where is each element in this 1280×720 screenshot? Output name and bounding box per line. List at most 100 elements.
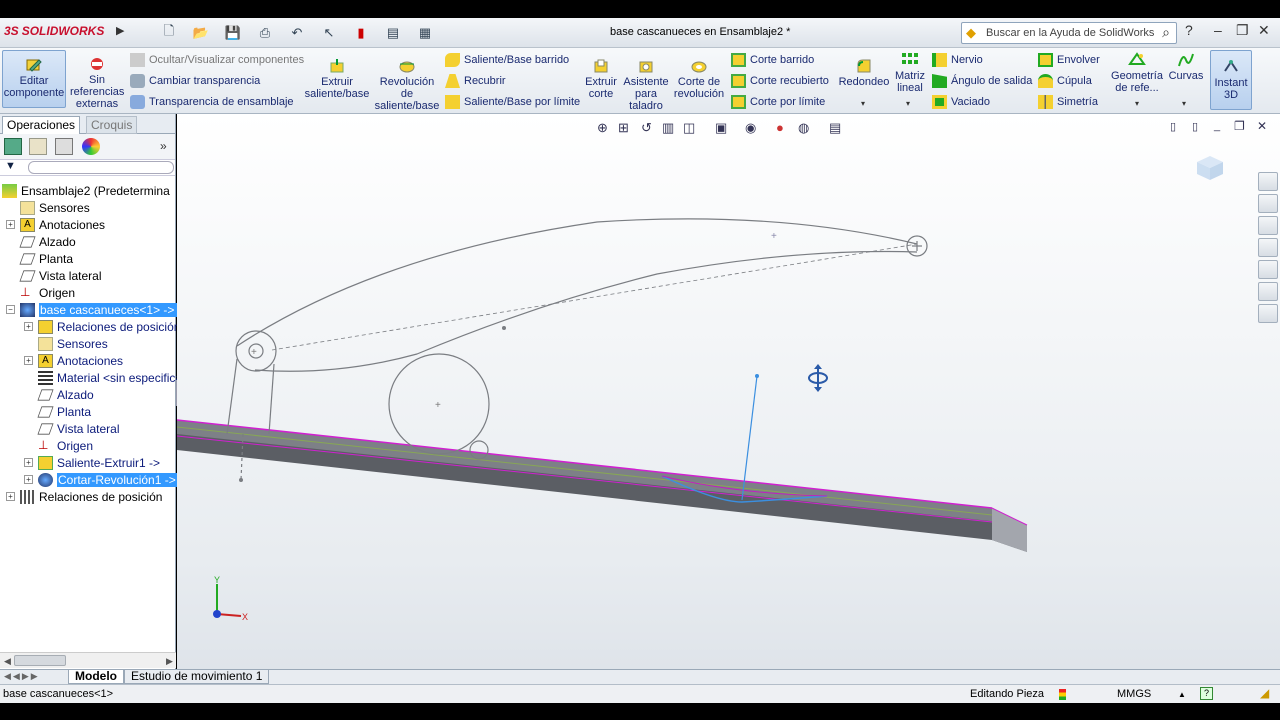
help-icon[interactable]: ? <box>1185 22 1193 38</box>
design-library-icon[interactable] <box>1258 216 1278 235</box>
configuration-manager-icon[interactable] <box>55 138 73 155</box>
status-units[interactable]: MMGS <box>1117 688 1151 700</box>
cambiar-transparencia-button[interactable]: Cambiar transparencia <box>130 72 260 90</box>
help-search-input[interactable]: ◆ Buscar en la Ayuda de SolidWorks ⌕ <box>961 22 1177 44</box>
tree-item-base-cascanueces[interactable]: base cascanueces<1> -> (P <box>20 301 191 318</box>
appearances-icon[interactable] <box>1258 282 1278 301</box>
tree-item-ensamblaje[interactable]: Ensamblaje2 (Predetermina <box>2 182 170 199</box>
tab-scroll-arrows-icon[interactable]: ◀◀▶▶ <box>4 671 40 682</box>
undo-icon[interactable]: ↶ <box>283 23 311 43</box>
tab-estudio-movimiento[interactable]: Estudio de movimiento 1 <box>124 670 270 684</box>
options-icon[interactable]: ▦ <box>411 23 439 43</box>
menu-arrow-icon[interactable]: ▶ <box>116 24 124 37</box>
tree-item-origen-part[interactable]: ⊥ Origen <box>38 437 93 454</box>
save-icon[interactable]: 💾 <box>219 23 247 43</box>
units-dropdown-icon[interactable]: ▲ <box>1178 690 1186 699</box>
simetria-button[interactable]: Simetría <box>1038 93 1098 111</box>
collapse-icon[interactable]: − <box>6 305 15 314</box>
envolver-button[interactable]: Envolver <box>1038 51 1100 69</box>
corte-limite-button[interactable]: Corte por límite <box>731 93 825 111</box>
file-properties-icon[interactable]: ▤ <box>379 23 407 43</box>
expand-icon[interactable]: + <box>24 475 33 484</box>
print-icon[interactable]: ⎙ <box>251 23 279 43</box>
tree-item-sensores-part[interactable]: Sensores <box>38 335 108 352</box>
view-palette-icon[interactable] <box>1258 260 1278 279</box>
custom-properties-icon[interactable] <box>1258 304 1278 323</box>
search-icon[interactable]: ⌕ <box>1162 24 1170 41</box>
axis-endpoint[interactable] <box>755 374 759 378</box>
select-icon[interactable]: ↖ <box>315 23 343 43</box>
graphics-viewport[interactable]: ⊕ ⊞ ↺ ▥ ◫ ▣ ◉ ● ◍ ▤ ▯ ▯ _ ❐ ✕ + + + Y X <box>177 114 1280 669</box>
tab-operaciones[interactable]: Operaciones <box>2 116 81 134</box>
file-explorer-icon[interactable] <box>1258 238 1278 257</box>
open-icon[interactable]: 📂 <box>187 23 215 43</box>
expand-icon[interactable]: + <box>6 220 15 229</box>
view-cube-icon[interactable] <box>1197 156 1223 180</box>
extruir-corte-button[interactable]: Extruir corte <box>581 58 621 100</box>
tree-item-relaciones-posicion[interactable]: Relaciones de posición d <box>38 318 190 335</box>
geometria-dropdown-icon[interactable]: ▾ <box>1135 99 1139 108</box>
tree-item-alzado-part[interactable]: Alzado <box>37 386 94 403</box>
tree-item-material[interactable]: Material <sin especifica <box>38 369 182 386</box>
revolucion-saliente-button[interactable]: Revolución de saliente/base <box>374 58 440 112</box>
tree-filter[interactable]: ▼ <box>0 160 175 176</box>
display-manager-icon[interactable] <box>82 138 100 155</box>
corte-revolucion-button[interactable]: Corte de revolución <box>673 58 725 100</box>
scroll-thumb[interactable] <box>14 655 66 666</box>
nervio-button[interactable]: Nervio <box>932 51 983 69</box>
tree-item-cortar-revolucion1[interactable]: Cortar-Revolución1 -> <box>38 471 177 488</box>
corte-barrido-button[interactable]: Corte barrido <box>731 51 814 69</box>
expand-icon[interactable]: + <box>24 322 33 331</box>
saliente-limite-button[interactable]: Saliente/Base por límite <box>445 93 580 111</box>
expand-icon[interactable]: + <box>24 356 33 365</box>
solidworks-resources-icon[interactable] <box>1258 172 1278 191</box>
minimize-icon[interactable]: – <box>1214 22 1222 38</box>
tree-item-saliente-extruir1[interactable]: Saliente-Extruir1 -> <box>38 454 160 471</box>
corte-recubierto-button[interactable]: Corte recubierto <box>731 72 829 90</box>
home-icon[interactable] <box>1258 194 1278 213</box>
tree-item-sensores[interactable]: Sensores <box>20 199 90 216</box>
scroll-left-icon[interactable]: ◀ <box>4 656 11 667</box>
rebuild-status-icon[interactable] <box>1059 689 1066 700</box>
tree-item-vista-lateral[interactable]: Vista lateral <box>19 267 101 284</box>
transparencia-ensamblaje-button[interactable]: Transparencia de ensamblaje <box>130 93 294 111</box>
editar-componente-button[interactable]: Editar componente <box>2 50 66 108</box>
model-drawing[interactable]: + + + Y X <box>177 114 1280 669</box>
tree-item-planta[interactable]: Planta <box>19 250 73 267</box>
close-icon[interactable]: ✕ <box>1258 22 1270 39</box>
vaciado-button[interactable]: Vaciado <box>932 93 990 111</box>
tree-item-origen[interactable]: ⊥ Origen <box>20 284 75 301</box>
matriz-lineal-button[interactable]: Matriz lineal <box>893 52 927 94</box>
cupula-button[interactable]: Cúpula <box>1038 72 1092 90</box>
geometria-referencia-button[interactable]: Geometría de refe... <box>1110 52 1164 94</box>
expand-icon[interactable]: + <box>6 492 15 501</box>
tree-item-anotaciones[interactable]: A Anotaciones <box>20 216 105 233</box>
tree-item-anotaciones-part[interactable]: A Anotaciones <box>38 352 123 369</box>
feature-manager-icon[interactable] <box>4 138 22 155</box>
curvas-dropdown-icon[interactable]: ▾ <box>1182 99 1186 108</box>
angulo-salida-button[interactable]: Ángulo de salida <box>932 72 1032 90</box>
expand-panel-icon[interactable]: » <box>160 139 167 153</box>
tab-modelo[interactable]: Modelo <box>68 670 124 684</box>
tab-croquis[interactable]: Croquis <box>86 116 138 134</box>
curvas-button[interactable]: Curvas <box>1166 52 1206 82</box>
horizontal-scrollbar[interactable]: ◀ ▶ <box>0 652 176 668</box>
scroll-right-icon[interactable]: ▶ <box>166 656 173 667</box>
tree-item-relaciones-posicion-asm[interactable]: Relaciones de posición <box>20 488 162 505</box>
matriz-dropdown-icon[interactable]: ▾ <box>906 99 910 108</box>
redondeo-button[interactable]: Redondeo <box>838 58 890 88</box>
filter-input[interactable] <box>28 161 174 174</box>
expand-icon[interactable]: + <box>24 458 33 467</box>
rebuild-icon[interactable]: ▮ <box>347 23 375 43</box>
filter-icon[interactable]: ▼ <box>5 160 16 172</box>
ocultar-visualizar-button[interactable]: Ocultar/Visualizar componentes <box>130 51 304 69</box>
sin-referencias-button[interactable]: Sin referencias externas <box>70 56 124 110</box>
tree-item-planta-part[interactable]: Planta <box>37 403 91 420</box>
instant3d-button[interactable]: Instant 3D <box>1210 50 1252 110</box>
property-manager-icon[interactable] <box>29 138 47 155</box>
tree-item-vista-lateral-part[interactable]: Vista lateral <box>37 420 119 437</box>
restore-icon[interactable]: ❐ <box>1236 22 1249 39</box>
asistente-taladro-button[interactable]: Asistente para taladro <box>623 58 669 112</box>
recubrir-button[interactable]: Recubrir <box>445 72 506 90</box>
saliente-barrido-button[interactable]: Saliente/Base barrido <box>445 51 569 69</box>
